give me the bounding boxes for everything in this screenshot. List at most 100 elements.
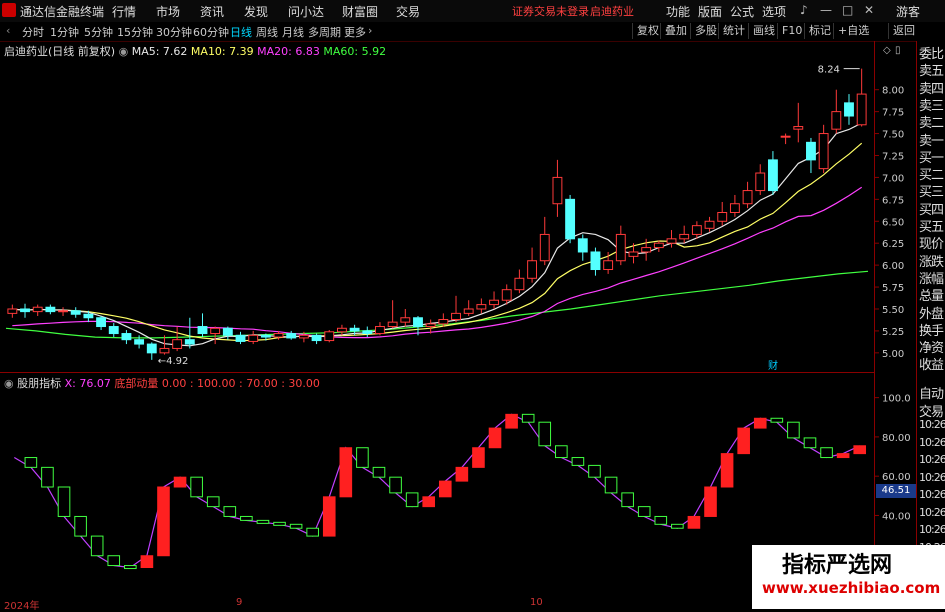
side-panel-item[interactable]: 涨幅 <box>919 268 944 287</box>
candle-up <box>729 203 740 214</box>
osc-bar-down <box>289 523 303 529</box>
side-panel-item[interactable]: 净资 <box>919 337 944 356</box>
btn-mark[interactable]: 标记 <box>804 23 835 39</box>
menu-options[interactable]: 选项 <box>762 3 786 20</box>
minimize-icon[interactable]: — <box>820 3 832 17</box>
menu-layout[interactable]: 版面 <box>698 3 722 20</box>
osc-bar-down <box>637 506 651 517</box>
main-candlestick-chart[interactable]: 启迪药业(日线 前复权) ◉ MA5: 7.62 MA10: 7.39 MA20… <box>0 41 874 371</box>
candle-down <box>108 326 119 335</box>
menu-function[interactable]: 功能 <box>666 3 690 20</box>
btn-add-watchlist[interactable]: +自选 <box>833 23 873 39</box>
menu-quotes[interactable]: 行情 <box>112 3 136 20</box>
btn-draw[interactable]: 画线 <box>748 23 779 39</box>
diamond-icon[interactable]: ◇ <box>883 45 891 56</box>
side-panel-subitem[interactable]: 10:26 <box>919 471 945 484</box>
menu-news[interactable]: 资讯 <box>200 3 224 20</box>
side-panel-subitem[interactable]: 10:26 <box>919 506 945 519</box>
menu-ask[interactable]: 问小达 <box>288 3 324 20</box>
tab-15min[interactable]: 15分钟 <box>117 24 153 40</box>
candle-up <box>248 334 259 342</box>
side-panel-item[interactable]: 收益 <box>919 354 944 373</box>
side-panel-subitem[interactable]: 10:26 <box>919 523 945 536</box>
guest-user[interactable]: 游客 <box>896 3 920 20</box>
side-panel-item[interactable]: 换手 <box>919 320 944 339</box>
candle-up <box>742 190 753 205</box>
side-panel-item[interactable]: 买三 <box>919 181 944 200</box>
candle-up <box>273 333 284 338</box>
candle-down <box>311 334 322 342</box>
candle-up <box>755 172 766 192</box>
btn-f10[interactable]: F10 <box>777 23 806 39</box>
tab-monthly[interactable]: 月线 <box>282 24 304 40</box>
osc-bar-down <box>372 466 386 478</box>
side-panel-item[interactable]: 买二 <box>919 164 944 183</box>
side-panel-item[interactable]: 卖三 <box>919 95 944 114</box>
side-panel-item[interactable]: 现价 <box>919 233 944 252</box>
maximize-icon[interactable]: □ <box>842 3 853 17</box>
tab-60min[interactable]: 60分钟 <box>193 24 229 40</box>
side-panel-item[interactable]: 外盘 <box>919 303 944 322</box>
side-panel-item[interactable]: 卖四 <box>919 78 944 97</box>
login-warning[interactable]: 证券交易未登录 <box>512 3 589 19</box>
side-panel-subitem[interactable]: 10:26 <box>919 436 945 449</box>
osc-tick-label: 40.00 <box>882 511 911 522</box>
menu-discover[interactable]: 发现 <box>244 3 268 20</box>
candle-down <box>134 339 145 345</box>
btn-multi-stock[interactable]: 多股 <box>690 23 721 39</box>
menu-formula[interactable]: 公式 <box>730 3 754 20</box>
low-price-annotation: ←4.92 <box>158 356 189 367</box>
tab-weekly[interactable]: 周线 <box>256 24 278 40</box>
osc-bar-up <box>339 447 353 498</box>
side-panel-item[interactable]: 买五 <box>919 216 944 235</box>
chevron-right-icon[interactable]: › <box>368 24 372 37</box>
osc-bar-down <box>770 417 784 423</box>
price-tick-label: 8.00 <box>882 86 904 97</box>
osc-bar-down <box>206 496 220 508</box>
side-panel-item[interactable]: 买一 <box>919 147 944 166</box>
tab-5min[interactable]: 5分钟 <box>84 24 113 40</box>
candle-up <box>628 251 639 257</box>
side-panel-item[interactable]: 涨跌 <box>919 251 944 270</box>
menu-market[interactable]: 市场 <box>156 3 180 20</box>
menu-trade[interactable]: 交易 <box>396 3 420 20</box>
candle-down <box>577 238 588 253</box>
candle-down <box>767 159 778 192</box>
side-panel-item[interactable]: 买四 <box>919 199 944 218</box>
side-panel-subitem[interactable]: 10:26 <box>919 488 945 501</box>
panel-toggle-icon[interactable]: ▯ <box>895 45 901 56</box>
candle-down <box>96 317 107 328</box>
side-panel-subitem[interactable]: 交易 <box>919 401 944 420</box>
close-icon[interactable]: ✕ <box>864 3 874 17</box>
osc-bar-down <box>787 421 800 439</box>
oscillator-chart[interactable]: ◉ 股朋指标 X: 76.07 底部动量 0.00 : 100.00 : 70.… <box>0 372 874 598</box>
menu-wealth[interactable]: 财富圈 <box>342 3 378 20</box>
collapse-icon[interactable]: ‹ <box>6 24 10 37</box>
bell-icon[interactable]: ♪ <box>800 3 808 17</box>
side-panel-subitem[interactable]: 自动 <box>919 383 944 402</box>
btn-overlay[interactable]: 叠加 <box>660 23 691 39</box>
osc-bar-down <box>555 445 568 459</box>
side-panel-item[interactable]: 总量 <box>919 285 944 304</box>
side-panel-subitem[interactable]: 10:26 <box>919 418 945 431</box>
side-panel-item[interactable]: 卖二 <box>919 112 944 131</box>
osc-bar-up <box>140 555 154 569</box>
tab-timeshare[interactable]: 分时 <box>22 24 44 40</box>
ma60-line <box>5 270 869 339</box>
tab-30min[interactable]: 30分钟 <box>156 24 192 40</box>
tab-more[interactable]: 更多 <box>344 24 366 40</box>
side-panel-item[interactable]: 卖五 <box>919 60 944 79</box>
side-panel-subitem[interactable]: 10:26 <box>919 453 945 466</box>
tab-daily[interactable]: 日线 <box>230 24 252 40</box>
btn-back[interactable]: 返回 <box>888 23 919 39</box>
side-panel-item[interactable]: 委比 <box>919 43 944 62</box>
candle-up <box>818 133 829 170</box>
osc-bar-up <box>488 427 502 449</box>
candle-down <box>45 306 56 313</box>
tab-multi-period[interactable]: 多周期 <box>308 24 341 40</box>
tab-1min[interactable]: 1分钟 <box>50 24 79 40</box>
side-panel-item[interactable]: 卖一 <box>919 130 944 149</box>
btn-stats[interactable]: 统计 <box>718 23 749 39</box>
btn-adjust[interactable]: 复权 <box>632 23 663 39</box>
price-tick-label: 6.00 <box>882 261 904 272</box>
